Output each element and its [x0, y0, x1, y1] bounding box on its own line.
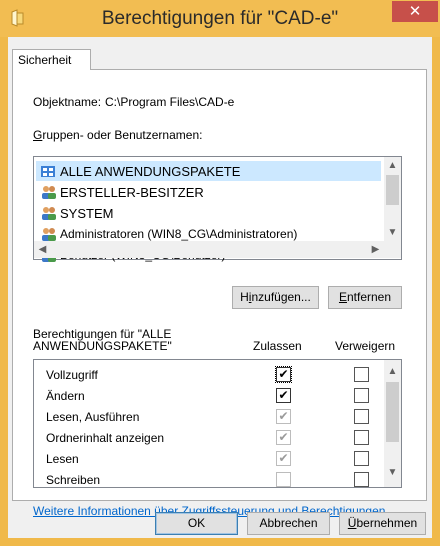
title-bar[interactable]: Berechtigungen für "CAD-e" ✕: [0, 0, 440, 37]
scroll-left-icon[interactable]: ◀: [34, 241, 51, 258]
add-button[interactable]: Hinzufügen...: [232, 286, 319, 309]
scroll-up-icon[interactable]: ▲: [384, 157, 401, 174]
scroll-corner: [384, 241, 401, 258]
scroll-up-icon[interactable]: ▲: [384, 363, 401, 380]
permission-name: Vollzugriff: [46, 368, 98, 382]
scroll-thumb[interactable]: [386, 175, 399, 205]
permission-name: Ändern: [46, 389, 85, 403]
allow-checkbox[interactable]: ✔: [275, 366, 292, 383]
group-list-item-label: ALLE ANWENDUNGSPAKETE: [60, 164, 241, 179]
cancel-button[interactable]: Abbrechen: [247, 512, 330, 535]
permissions-scrollbar[interactable]: ▲ ▼: [384, 360, 401, 487]
ok-button[interactable]: OK: [155, 512, 238, 535]
deny-column-header: Verweigern: [335, 339, 396, 353]
deny-checkbox[interactable]: [354, 388, 369, 403]
deny-checkbox[interactable]: [354, 367, 369, 382]
remove-button[interactable]: Entfernen: [328, 286, 402, 309]
apply-button[interactable]: Übernehmen: [339, 512, 426, 535]
object-name-label: Objektname:: [33, 95, 102, 109]
vertical-scrollbar[interactable]: ▲ ▼: [384, 157, 401, 241]
group-list-item-label: SYSTEM: [60, 206, 114, 221]
permission-name: Schreiben: [46, 473, 101, 487]
permission-row: Ordnerinhalt anzeigen ✔: [36, 428, 381, 448]
group-list-item[interactable]: SYSTEM: [36, 203, 381, 223]
users-icon: [40, 226, 58, 242]
scroll-right-icon[interactable]: ▶: [367, 241, 384, 258]
group-list-item-label: Administratoren (WIN8_CG\Administratoren…: [60, 227, 298, 241]
object-name-value: C:\Program Files\CAD-e: [105, 95, 235, 109]
app-packages-icon: [40, 163, 58, 179]
scroll-down-icon[interactable]: ▼: [384, 464, 401, 481]
allow-checkbox[interactable]: ✔: [276, 409, 291, 424]
allow-checkbox[interactable]: ✔: [276, 430, 291, 445]
allow-checkbox[interactable]: [276, 472, 291, 487]
permission-name: Lesen: [46, 452, 79, 466]
users-icon: [40, 205, 58, 221]
deny-checkbox[interactable]: [354, 409, 369, 424]
close-icon: ✕: [408, 3, 422, 20]
permission-row: Ändern ✔: [36, 386, 381, 406]
permission-row: Lesen ✔: [36, 449, 381, 469]
allow-checkbox[interactable]: ✔: [276, 451, 291, 466]
permission-row: Lesen, Ausführen ✔: [36, 407, 381, 427]
dialog-window: Berechtigungen für "CAD-e" ✕ Sicherheit …: [0, 0, 440, 546]
horizontal-scrollbar[interactable]: ◀ ▶: [34, 241, 384, 258]
window-title: Berechtigungen für "CAD-e": [101, 8, 339, 29]
permission-row: Vollzugriff ✔: [36, 365, 381, 385]
group-list-item[interactable]: ERSTELLER-BESITZER: [36, 182, 381, 202]
deny-checkbox[interactable]: [354, 472, 369, 487]
permissions-list[interactable]: Vollzugriff ✔ Ändern ✔ Lesen, Ausführen ✔ Ordn…: [33, 359, 402, 488]
tab-sicherheit[interactable]: Sicherheit: [12, 49, 91, 70]
security-panel: Objektname: C:\Program Files\CAD-e Grupp…: [12, 69, 427, 518]
deny-checkbox[interactable]: [354, 430, 369, 445]
group-list[interactable]: ALLE ANWENDUNGSPAKETE ERSTELLER-BESITZER S…: [33, 156, 402, 262]
users-icon: [40, 184, 58, 200]
deny-checkbox[interactable]: [354, 451, 369, 466]
allow-column-header: Zulassen: [253, 339, 302, 353]
permission-name: Lesen, Ausführen: [46, 410, 140, 424]
groups-label: Gruppen- oder Benutzernamen:: [33, 128, 203, 142]
permission-name: Ordnerinhalt anzeigen: [46, 431, 165, 445]
allow-checkbox[interactable]: ✔: [276, 388, 291, 403]
permission-row: Schreiben: [36, 470, 381, 487]
dialog-body: Sicherheit Objektname: C:\Program Files\…: [8, 37, 432, 538]
scroll-down-icon[interactable]: ▼: [384, 224, 401, 241]
close-button[interactable]: ✕: [392, 1, 438, 22]
group-list-item-label: ERSTELLER-BESITZER: [60, 185, 204, 200]
permissions-label-line2: ANWENDUNGSPAKETE": [33, 339, 172, 353]
scroll-thumb[interactable]: [386, 382, 399, 442]
group-list-item[interactable]: ALLE ANWENDUNGSPAKETE: [36, 161, 381, 181]
